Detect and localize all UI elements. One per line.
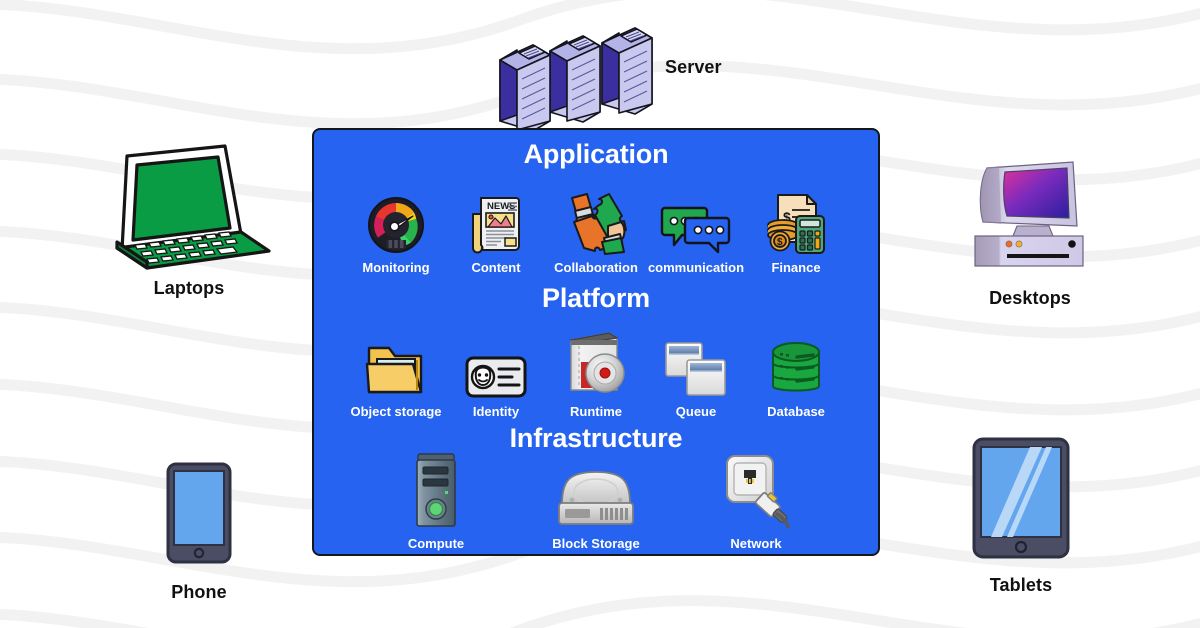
stack-item-object-storage[interactable]: Object storage [346, 326, 446, 418]
stack-label-queue: Queue [675, 404, 717, 419]
coin-currency-symbol: $ [777, 237, 783, 248]
device-server: Server [490, 18, 722, 132]
newspaper-icon: NEWS [472, 197, 520, 254]
stack-label-object-storage: Object storage [350, 404, 442, 419]
id-card-icon [465, 356, 527, 398]
stack-label-network: Network [730, 536, 782, 551]
stack-label-runtime: Runtime [570, 404, 622, 419]
cloud-stack-panel: Application Monitoring NEWS Content Coll… [312, 128, 880, 556]
layer-row-infrastructure: Compute Block Storage Network [314, 453, 878, 550]
stacked-windows-icon [665, 342, 726, 396]
hard-disk-drive-icon [558, 471, 634, 525]
device-tablets: Tablets [972, 437, 1070, 596]
layer-title-infrastructure: Infrastructure [509, 423, 683, 453]
layer-row-application: Monitoring NEWS Content Collaboration co… [314, 174, 878, 274]
stack-item-queue[interactable]: Queue [646, 326, 746, 418]
device-label-tablets: Tablets [989, 575, 1053, 595]
device-laptops: Laptops [103, 140, 275, 299]
stack-item-compute[interactable]: Compute [356, 452, 516, 550]
stack-label-communication: communication [647, 260, 745, 275]
diagram-canvas: Server Laptops Desktops Phone Tablets Ap… [0, 0, 1200, 628]
stack-item-content[interactable]: NEWS Content [446, 182, 546, 274]
tablet-icon [972, 437, 1070, 559]
stack-item-runtime[interactable]: Runtime [546, 326, 646, 418]
stack-label-compute: Compute [407, 536, 465, 551]
stack-item-communication[interactable]: communication [646, 182, 746, 274]
device-phone: Phone [166, 462, 232, 603]
computer-tower-icon [416, 453, 456, 527]
stack-item-collaboration[interactable]: Collaboration [546, 182, 646, 274]
stack-item-block-storage[interactable]: Block Storage [516, 452, 676, 550]
stack-label-content: Content [471, 260, 521, 275]
stack-label-database: Database [767, 404, 825, 419]
stack-item-database[interactable]: Database [746, 326, 846, 418]
stack-item-finance[interactable]: $ $ Finance [746, 182, 846, 274]
device-label-laptops: Laptops [153, 278, 225, 298]
device-desktops: Desktops [965, 160, 1095, 309]
stack-item-network[interactable]: Network [676, 452, 836, 550]
layer-title-application: Application [523, 139, 669, 169]
device-label-server: Server [665, 57, 722, 77]
invoice-coins-calculator-icon: $ $ [767, 194, 825, 254]
stack-label-collaboration: Collaboration [554, 260, 638, 275]
stack-label-block-storage: Block Storage [552, 536, 640, 551]
layer-row-platform: Object storage Identity Runtime Queue Da… [314, 318, 878, 418]
gauge-speedometer-icon [368, 197, 424, 253]
stack-label-monitoring: Monitoring [362, 260, 430, 275]
network-wall-jack-icon [726, 455, 790, 529]
smartphone-icon [166, 462, 232, 564]
software-box-disc-icon [569, 332, 625, 393]
device-label-phone: Phone [171, 582, 227, 602]
stack-item-monitoring[interactable]: Monitoring [346, 182, 446, 274]
folder-documents-icon [365, 346, 423, 394]
stack-label-finance: Finance [771, 260, 821, 275]
speech-bubbles-icon [660, 206, 731, 254]
layer-title-platform: Platform [542, 283, 650, 313]
database-cylinder-icon [772, 342, 820, 392]
puzzle-hands-icon [571, 193, 627, 255]
stack-label-identity: Identity [472, 404, 520, 419]
device-label-desktops: Desktops [989, 288, 1071, 308]
server-rack-icon [499, 27, 653, 132]
desktop-computer-icon [974, 161, 1084, 267]
laptop-icon [115, 144, 271, 270]
stack-item-identity[interactable]: Identity [446, 326, 546, 418]
